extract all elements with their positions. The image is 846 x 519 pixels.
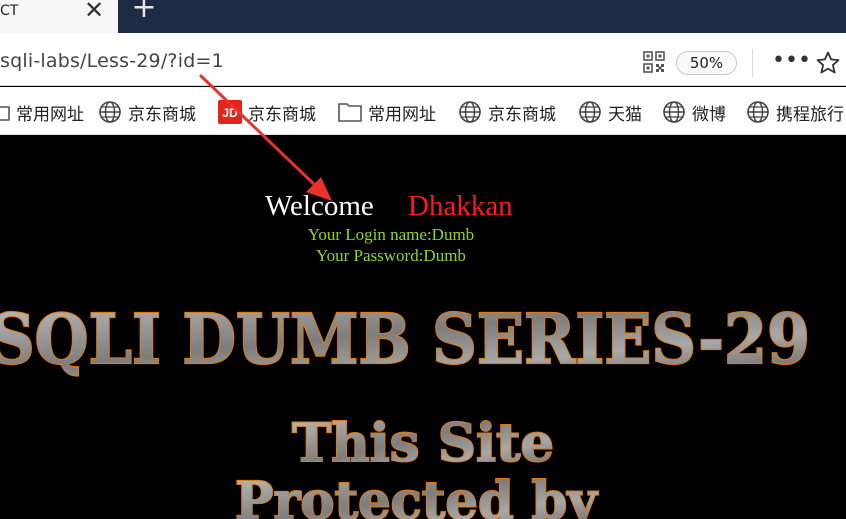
globe-icon [747,101,769,123]
bookmarks-bar: 常用网址 京东商城 JD 京东商城 常用网址 京东商城 天猫 微博 携程旅行 [0,87,846,135]
bookmark-label: 常用网址 [368,104,436,125]
bookmark-item[interactable]: 京东商城 [458,100,556,125]
page-viewport: Welcome Dhakkan Your Login name:Dumb You… [0,136,846,519]
more-icon[interactable]: ••• [772,50,811,74]
bookmark-item[interactable]: 天猫 [578,100,642,125]
jd-logo-icon: JD [218,100,242,124]
bookmark-item[interactable]: JD 京东商城 [218,100,316,125]
tab-strip: CT ✕ + [0,0,846,33]
url-field[interactable]: sqli-labs/Less-29/?id=1 [0,50,224,72]
banner-line-1: This Site [292,413,554,474]
bookmark-item[interactable]: 常用网址 [338,100,436,125]
zoom-level-button[interactable]: 50% [676,51,737,75]
toolbar-divider [752,49,753,77]
bookmark-item[interactable]: 携程旅行 [746,100,844,125]
qr-code-icon[interactable] [643,51,665,73]
bookmark-label: 微博 [692,104,726,125]
globe-icon [663,101,685,123]
bookmark-label: 常用网址 [16,104,84,125]
bookmark-label: 携程旅行 [776,104,844,125]
folder-icon [338,103,362,122]
bookmark-label: 天猫 [608,104,642,125]
banner-title: SQLI DUMB SERIES-29 [0,300,810,380]
globe-icon [99,101,121,123]
bookmark-label: 京东商城 [488,104,556,125]
bookmark-label: 京东商城 [128,104,196,125]
tab-title: CT [0,3,19,19]
close-icon[interactable]: ✕ [82,0,106,22]
bookmark-label: 京东商城 [248,104,316,125]
bookmark-item[interactable]: 微博 [662,100,726,125]
folder-icon [0,106,10,121]
globe-icon [459,101,481,123]
star-icon[interactable] [815,50,841,76]
globe-icon [579,101,601,123]
bookmark-item[interactable]: 京东商城 [98,100,196,125]
banner-line-2: Protected by [235,471,599,519]
browser-tab[interactable]: CT ✕ [0,0,118,33]
banner-image: SQLI DUMB SERIES-29 This Site Protected … [0,299,811,519]
jd-logo-text: JD [222,106,238,120]
plus-icon[interactable]: + [130,0,158,23]
bookmark-item[interactable]: 常用网址 [0,100,84,125]
address-bar: sqli-labs/Less-29/?id=1 50% ••• [0,33,846,86]
